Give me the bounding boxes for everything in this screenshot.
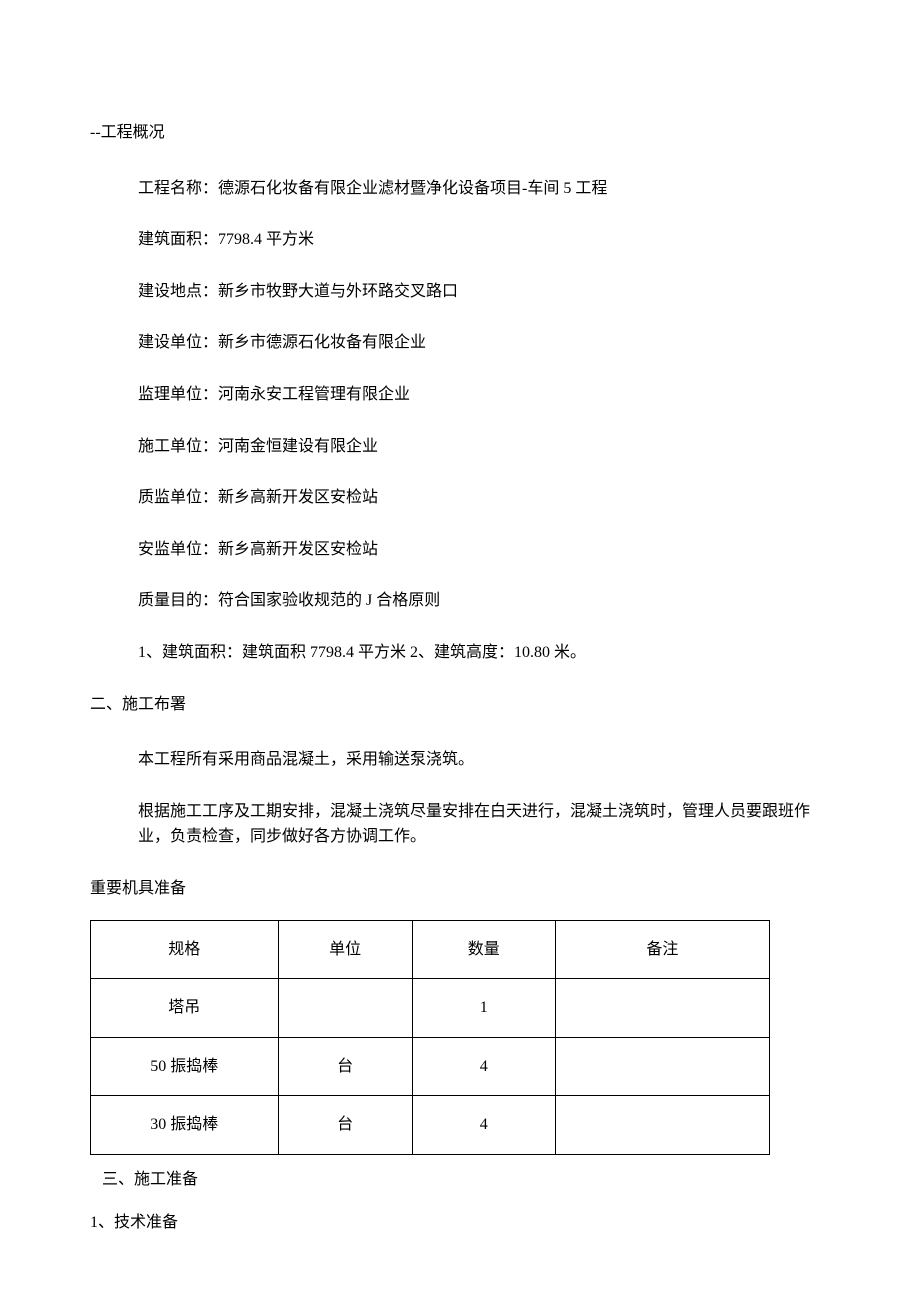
project-name: 工程名称：德源石化妆备有限企业滤材暨净化设备项目-车间 5 工程 bbox=[138, 176, 830, 202]
cell-qty: 4 bbox=[412, 1037, 555, 1096]
cell-spec: 30 振捣棒 bbox=[91, 1096, 279, 1155]
prep-p1: 1、技术准备 bbox=[90, 1210, 830, 1236]
location: 建设地点：新乡市牧野大道与外环路交叉路口 bbox=[138, 279, 830, 305]
cell-unit bbox=[278, 979, 412, 1038]
th-qty: 数量 bbox=[412, 920, 555, 979]
contractor-unit: 施工单位：河南金恒建设有限企业 bbox=[138, 434, 830, 460]
document-page: --工程概况 工程名称：德源石化妆备有限企业滤材暨净化设备项目-车间 5 工程 … bbox=[0, 0, 920, 1314]
quality-goal: 质量目的：符合国家验收规范的 J 合格原则 bbox=[138, 588, 830, 614]
table-row: 50 振捣棒 台 4 bbox=[91, 1037, 770, 1096]
table-row: 30 振捣棒 台 4 bbox=[91, 1096, 770, 1155]
cell-unit: 台 bbox=[278, 1037, 412, 1096]
th-spec: 规格 bbox=[91, 920, 279, 979]
overview-block: 工程名称：德源石化妆备有限企业滤材暨净化设备项目-车间 5 工程 建筑面积：77… bbox=[90, 176, 830, 666]
cell-note bbox=[555, 979, 769, 1038]
supervisor-unit: 监理单位：河南永安工程管理有限企业 bbox=[138, 382, 830, 408]
cell-note bbox=[555, 1037, 769, 1096]
equipment-heading: 重要机具准备 bbox=[90, 876, 830, 902]
deployment-p2: 根据施工工序及工期安排，混凝土浇筑尽量安排在白天进行，混凝土浇筑时，管理人员要跟… bbox=[90, 799, 830, 850]
building-area: 建筑面积：7798.4 平方米 bbox=[138, 227, 830, 253]
th-note: 备注 bbox=[555, 920, 769, 979]
builder-unit: 建设单位：新乡市德源石化妆备有限企业 bbox=[138, 330, 830, 356]
heading-preparation: 三、施工准备 bbox=[90, 1167, 830, 1193]
heading-deployment: 二、施工布署 bbox=[90, 692, 830, 718]
deployment-p1: 本工程所有采用商品混凝土，采用输送泵浇筑。 bbox=[138, 747, 830, 773]
deployment-block: 本工程所有采用商品混凝土，采用输送泵浇筑。 bbox=[90, 747, 830, 773]
overview-summary: 1、建筑面积：建筑面积 7798.4 平方米 2、建筑高度：10.80 米。 bbox=[138, 640, 830, 666]
cell-note bbox=[555, 1096, 769, 1155]
cell-spec: 塔吊 bbox=[91, 979, 279, 1038]
safety-supervisor-unit: 安监单位：新乡高新开发区安检站 bbox=[138, 537, 830, 563]
table-header-row: 规格 单位 数量 备注 bbox=[91, 920, 770, 979]
quality-supervisor-unit: 质监单位：新乡高新开发区安检站 bbox=[138, 485, 830, 511]
equipment-table: 规格 单位 数量 备注 塔吊 1 50 振捣棒 台 4 30 振捣棒 台 bbox=[90, 920, 770, 1155]
heading-overview: --工程概况 bbox=[90, 120, 830, 146]
table-row: 塔吊 1 bbox=[91, 979, 770, 1038]
cell-spec: 50 振捣棒 bbox=[91, 1037, 279, 1096]
th-unit: 单位 bbox=[278, 920, 412, 979]
cell-qty: 1 bbox=[412, 979, 555, 1038]
cell-unit: 台 bbox=[278, 1096, 412, 1155]
cell-qty: 4 bbox=[412, 1096, 555, 1155]
